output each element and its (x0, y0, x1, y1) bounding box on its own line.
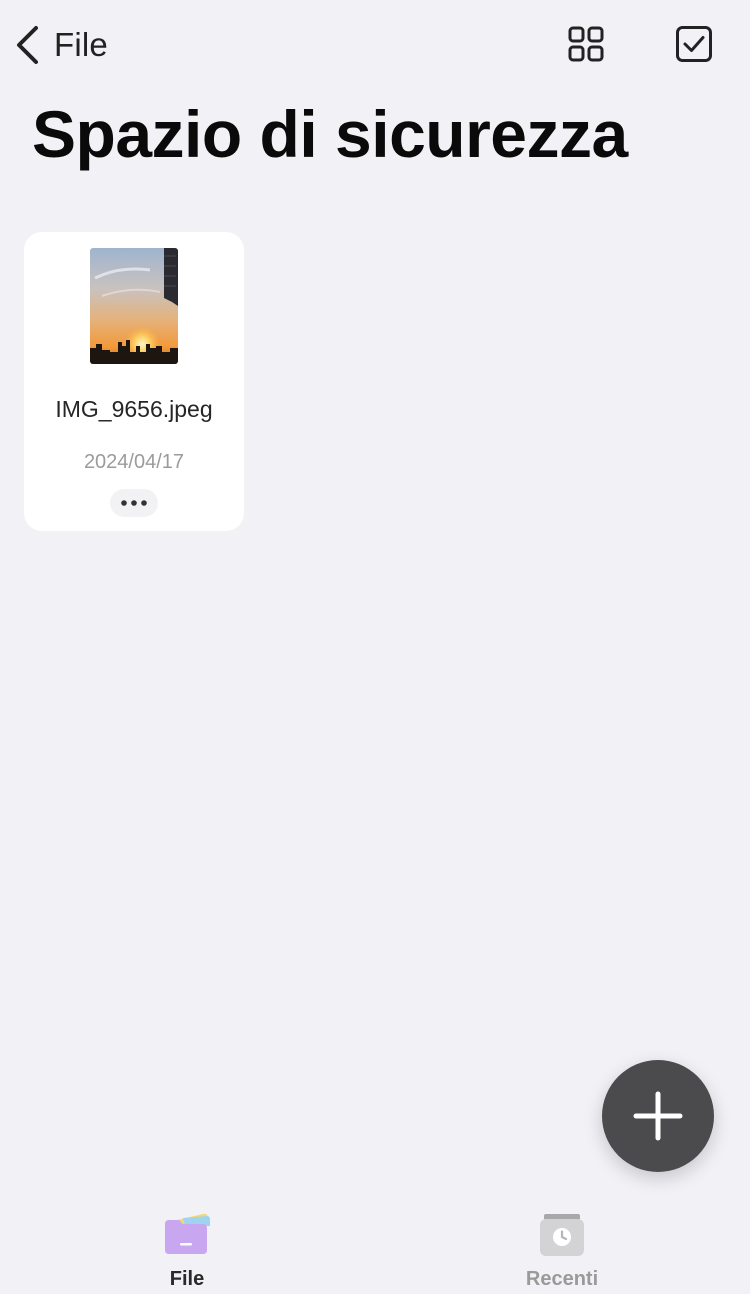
select-button[interactable] (672, 22, 716, 66)
file-thumbnail (90, 248, 178, 364)
security-space-screen: File Spazio di sicurezza IMG_9656.jpeg 2… (0, 0, 750, 1294)
tab-recent[interactable]: Recenti (492, 1210, 632, 1294)
sunset-photo-image (90, 248, 178, 364)
tab-files-label: File (169, 1268, 205, 1290)
plus-icon (633, 1091, 683, 1141)
add-button[interactable] (602, 1060, 714, 1172)
file-name: IMG_9656.jpeg (55, 396, 213, 422)
page-title: Spazio di sicurezza (32, 97, 628, 171)
chevron-left-icon (17, 26, 38, 64)
more-dots-icon (121, 500, 147, 506)
tab-recent-label: Recenti (525, 1268, 599, 1290)
back-button[interactable]: File (14, 20, 108, 70)
checkbox-select-icon (676, 26, 712, 62)
file-date: 2024/04/17 (83, 451, 185, 473)
grid-view-button[interactable] (564, 22, 608, 66)
recent-clock-icon (540, 1214, 584, 1256)
grid-view-icon (568, 26, 604, 62)
file-more-button[interactable] (110, 489, 158, 517)
back-label: File (54, 26, 108, 63)
folder-icon (165, 1213, 210, 1254)
file-card[interactable]: IMG_9656.jpeg 2024/04/17 (24, 232, 244, 531)
tab-files[interactable]: File (117, 1210, 257, 1294)
